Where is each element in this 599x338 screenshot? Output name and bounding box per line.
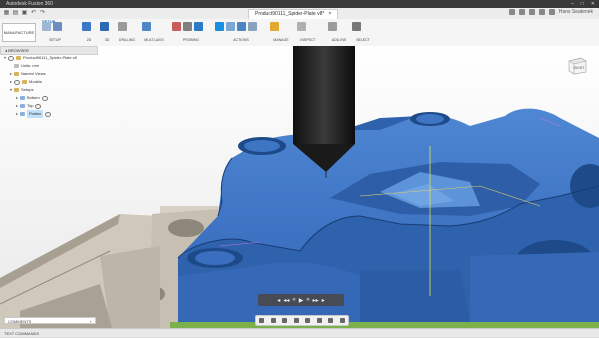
browser-item-top[interactable]: ▸ Top	[16, 102, 42, 110]
browser-item-models[interactable]: ▸ Models	[10, 78, 42, 86]
skip-end-icon[interactable]: ▸	[322, 297, 325, 304]
chevron-right-icon[interactable]: ▸	[16, 110, 18, 118]
fit-icon[interactable]	[305, 318, 311, 323]
display-settings-icon[interactable]	[316, 318, 322, 323]
probing-group[interactable]: PROBING	[172, 22, 210, 44]
browser-item-flatten[interactable]: ▸ Flatten	[16, 110, 52, 118]
pan-icon[interactable]	[282, 318, 288, 323]
browser-item-label: Named Views	[21, 71, 46, 76]
visibility-icon[interactable]	[14, 79, 21, 85]
folder-icon	[14, 72, 20, 76]
browser-item-label: Units: mm	[21, 63, 39, 68]
document-icon	[16, 56, 22, 60]
look-at-icon[interactable]	[270, 318, 276, 323]
workspace-label: MANUFACTURE	[3, 30, 35, 35]
title-bar: Autodesk Fusion 360 – □ ✕	[0, 0, 599, 8]
add-comment-icon[interactable]: +	[90, 318, 92, 325]
notifications-icon[interactable]	[538, 9, 545, 15]
browser-item-document[interactable]: ▾ Product90111_Spider-Plate v8	[4, 54, 77, 62]
new-tab-icon[interactable]	[508, 9, 515, 15]
chevron-down-icon[interactable]: ▾	[4, 54, 6, 62]
navigation-bar	[255, 315, 349, 326]
multi-axis-group[interactable]: MULTI-AXIS	[142, 22, 166, 44]
rewind-icon[interactable]: «	[292, 297, 295, 303]
2d-group[interactable]: 2D	[82, 22, 96, 44]
save-icon[interactable]: ▣	[21, 10, 28, 17]
browser-item-named-views[interactable]: ▸ Named Views	[10, 70, 46, 78]
3d-group[interactable]: 3D	[100, 22, 114, 44]
comments-panel[interactable]: COMMENTS +	[4, 317, 96, 324]
minimize-icon[interactable]: –	[571, 0, 574, 8]
setup-group[interactable]: SETUP	[42, 22, 68, 44]
browser-item-label: Product90111_Spider-Plate v8	[23, 55, 77, 60]
timeline-controls: ◂ ◂◂ « ▶ » ▸▸ ▸	[258, 294, 344, 306]
toolbar-ribbon: SETUP MANUFACTURE ▾ SETUP 2D 3D DRILLING…	[0, 19, 599, 52]
setup-icon	[20, 112, 26, 116]
text-commands-label: TEXT COMMANDS	[4, 331, 40, 336]
visibility-icon[interactable]	[41, 95, 48, 101]
redo-icon[interactable]: ↷	[39, 10, 46, 17]
visibility-icon[interactable]	[35, 103, 42, 109]
maximize-icon[interactable]: □	[581, 0, 584, 8]
next-frame-icon[interactable]: ▸▸	[313, 297, 319, 304]
play-icon[interactable]: ▶	[299, 297, 304, 304]
browser-panel: ◂ BROWSER ▾ Product90111_Spider-Plate v8…	[0, 46, 98, 118]
visibility-icon[interactable]	[8, 55, 15, 61]
browser-item-units[interactable]: Units: mm	[14, 62, 39, 70]
drilling-group[interactable]: DRILLING	[118, 22, 136, 44]
folder-icon	[22, 80, 28, 84]
orbit-icon[interactable]	[259, 318, 265, 323]
close-tab-icon[interactable]: ×	[328, 10, 331, 19]
browser-item-label: Setups	[21, 87, 34, 92]
setup-icon	[20, 96, 26, 100]
browser-item-setups[interactable]: ▾ Setups	[10, 86, 33, 94]
chevron-right-icon[interactable]: ▸	[16, 94, 18, 102]
workspace-switcher[interactable]: MANUFACTURE ▾	[2, 23, 36, 52]
visibility-icon[interactable]	[45, 111, 52, 117]
viewcube[interactable]: RIGHT	[566, 55, 588, 75]
chevron-right-icon[interactable]: ▸	[16, 102, 18, 110]
manage-group[interactable]: MANAGE	[270, 22, 292, 44]
user-name[interactable]: Hans Seatenek	[559, 9, 593, 15]
zoom-icon[interactable]	[293, 318, 299, 323]
viewcube-label: RIGHT	[574, 66, 586, 70]
browser-item-label: Bottom	[27, 95, 40, 100]
browser-item-bottom[interactable]: ▸ Bottom	[16, 94, 48, 102]
help-icon[interactable]	[548, 9, 555, 15]
document-tab-label: Product90111_Spider-Plate v8*	[255, 11, 325, 17]
app-menu-icon[interactable]: ▦	[3, 10, 10, 17]
extensions-icon[interactable]	[518, 9, 525, 15]
fast-forward-icon[interactable]: »	[306, 297, 309, 303]
job-status-icon[interactable]	[528, 9, 535, 15]
previous-frame-icon[interactable]: ◂◂	[283, 297, 289, 304]
browser-item-label: Models	[29, 79, 42, 84]
skip-start-icon[interactable]: ◂	[277, 297, 280, 304]
browser-item-label: Flatten	[27, 110, 44, 118]
comments-label: COMMENTS	[8, 319, 32, 324]
chevron-right-icon[interactable]: ▸	[10, 70, 12, 78]
text-commands-bar[interactable]: TEXT COMMANDS	[0, 328, 599, 337]
chevron-down-icon[interactable]: ▾	[10, 86, 12, 94]
select-group[interactable]: SELECT	[352, 22, 374, 44]
browser-item-label: Top	[27, 103, 34, 108]
file-icon[interactable]: ▤	[12, 10, 19, 17]
document-tab[interactable]: Product90111_Spider-Plate v8* ×	[248, 9, 339, 19]
inspect-group[interactable]: INSPECT	[297, 22, 319, 44]
chevron-right-icon[interactable]: ▸	[10, 78, 12, 86]
units-icon	[14, 64, 19, 68]
browser-title: BROWSER	[8, 48, 29, 53]
add-ins-group[interactable]: ADD-INS	[328, 22, 350, 44]
close-icon[interactable]: ✕	[591, 0, 595, 8]
setup-icon	[20, 104, 26, 108]
grid-settings-icon[interactable]	[328, 318, 334, 323]
actions-group[interactable]: ACTIONS	[215, 22, 267, 44]
folder-icon	[14, 88, 20, 92]
undo-icon[interactable]: ↶	[30, 10, 37, 17]
viewports-icon[interactable]	[339, 318, 345, 323]
window-title: Autodesk Fusion 360	[6, 1, 53, 7]
